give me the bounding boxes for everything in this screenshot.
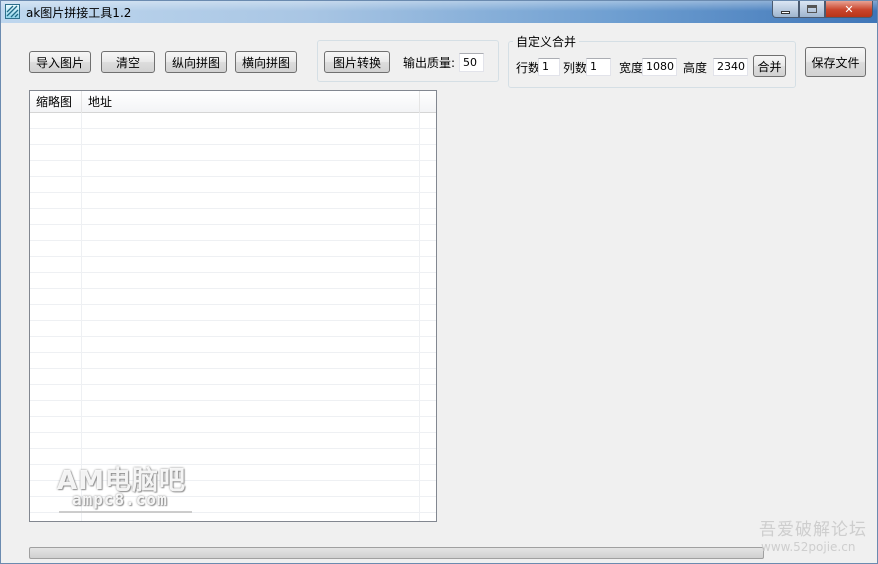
minimize-icon bbox=[781, 10, 790, 14]
image-list[interactable]: 缩略图 地址 bbox=[29, 90, 437, 522]
vertical-stitch-button[interactable]: 纵向拼图 bbox=[165, 51, 227, 73]
progress-bar bbox=[29, 547, 764, 559]
app-window: ak图片拼接工具1.2 ✕ 导入图片 清空 纵向拼图 横向拼图 图片转换 输出质… bbox=[0, 0, 878, 564]
horizontal-stitch-button[interactable]: 横向拼图 bbox=[235, 51, 297, 73]
maximize-icon bbox=[807, 5, 817, 13]
output-quality-label: 输出质量: bbox=[403, 56, 456, 70]
rows-input[interactable]: 1 bbox=[538, 58, 560, 76]
app-icon[interactable] bbox=[5, 4, 20, 19]
cols-input[interactable]: 1 bbox=[586, 58, 611, 76]
column-header-path[interactable]: 地址 bbox=[82, 91, 420, 113]
cols-label: 列数 bbox=[563, 61, 588, 75]
watermark-forum-url: www.52pojie.cn bbox=[761, 540, 856, 554]
width-input[interactable]: 1080 bbox=[642, 58, 677, 76]
close-icon: ✕ bbox=[844, 2, 854, 16]
maximize-button[interactable] bbox=[799, 1, 825, 18]
title-bar[interactable]: ak图片拼接工具1.2 ✕ bbox=[1, 1, 877, 23]
watermark-forum: 吾爱破解论坛 bbox=[759, 520, 867, 540]
watermark-underline bbox=[59, 511, 192, 513]
merge-button[interactable]: 合并 bbox=[753, 55, 786, 77]
width-label: 宽度 bbox=[619, 61, 644, 75]
watermark-brand-url: ampc8.com bbox=[72, 490, 168, 509]
import-images-button[interactable]: 导入图片 bbox=[29, 51, 91, 73]
height-label: 高度 bbox=[683, 61, 708, 75]
column-divider bbox=[419, 113, 420, 521]
output-quality-input[interactable]: 50 bbox=[459, 53, 484, 72]
client-area: 导入图片 清空 纵向拼图 横向拼图 图片转换 输出质量: 50 自定义合并 行数… bbox=[2, 23, 876, 562]
height-input[interactable]: 2340 bbox=[713, 58, 748, 76]
minimize-button[interactable] bbox=[772, 1, 799, 18]
save-file-button[interactable]: 保存文件 bbox=[805, 47, 866, 77]
custom-merge-title: 自定义合并 bbox=[513, 33, 580, 50]
clear-button[interactable]: 清空 bbox=[101, 51, 155, 73]
window-title: ak图片拼接工具1.2 bbox=[26, 6, 132, 20]
list-header: 缩略图 地址 bbox=[30, 91, 436, 113]
column-header-thumbnail[interactable]: 缩略图 bbox=[30, 91, 82, 113]
convert-image-button[interactable]: 图片转换 bbox=[324, 51, 390, 73]
column-header-filler bbox=[420, 91, 436, 113]
close-button[interactable]: ✕ bbox=[825, 1, 873, 18]
rows-label: 行数 bbox=[516, 61, 541, 75]
